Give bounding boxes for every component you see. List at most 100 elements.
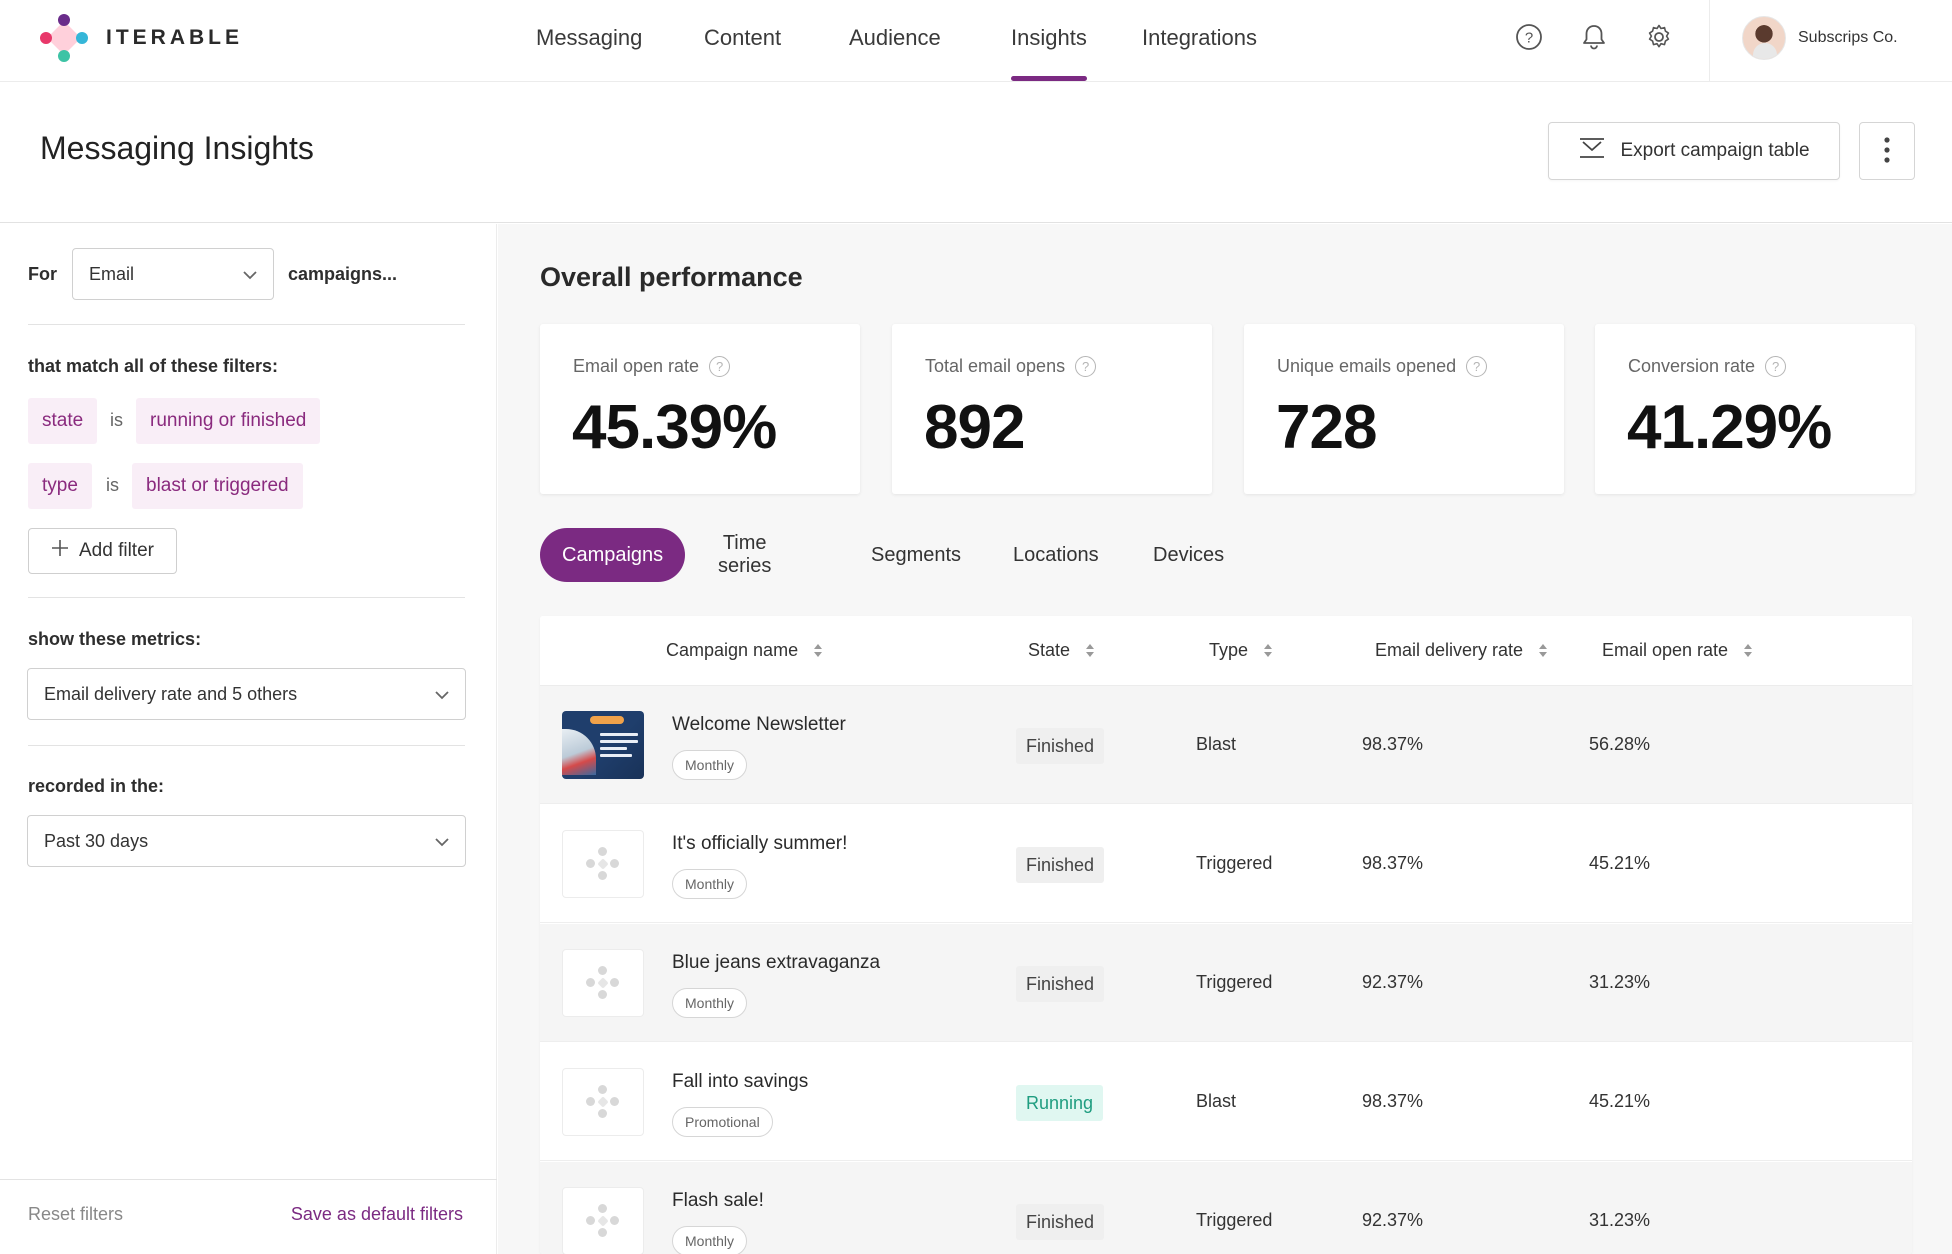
reset-filters-link[interactable]: Reset filters	[28, 1204, 123, 1225]
column-header-email-open-rate[interactable]: Email open rate	[1602, 640, 1753, 661]
campaign-tag: Monthly	[672, 750, 748, 780]
filter-value-chip[interactable]: blast or triggered	[132, 463, 303, 509]
column-label: Type	[1209, 640, 1249, 660]
campaign-name[interactable]: Flash sale!	[672, 1190, 764, 1212]
sort-icon	[1086, 644, 1095, 657]
page-title: Messaging Insights	[40, 130, 314, 166]
type-cell: Triggered	[1196, 853, 1273, 873]
table-row[interactable]: Fall into savings Promotional Running Bl…	[540, 1043, 1912, 1161]
avatar	[1742, 16, 1786, 60]
campaign-name[interactable]: Welcome Newsletter	[672, 714, 846, 736]
metrics-heading: show these metrics:	[28, 629, 202, 649]
filter-field-chip[interactable]: type	[28, 463, 92, 509]
nav-divider	[1709, 0, 1710, 82]
channel-select-value: Email	[89, 263, 135, 284]
filter-value-chip[interactable]: running or finished	[136, 398, 321, 444]
help-circle-icon[interactable]: ?	[1075, 356, 1097, 377]
table-row[interactable]: It's officially summer! Monthly Finished…	[540, 805, 1912, 923]
more-options-button[interactable]	[1859, 122, 1915, 180]
metric-value: 41.29%	[1627, 393, 1832, 462]
metrics-select-value: Email delivery rate and 5 others	[44, 683, 298, 704]
svg-text:?: ?	[1525, 30, 1533, 47]
campaign-tag: Monthly	[672, 988, 748, 1018]
help-icon[interactable]: ?	[1514, 22, 1544, 52]
tab-segments[interactable]: Segments	[871, 528, 961, 582]
metric-label: Unique emails opened	[1277, 356, 1457, 376]
column-header-email-delivery-rate[interactable]: Email delivery rate	[1375, 640, 1548, 661]
campaign-name[interactable]: It's officially summer!	[672, 833, 847, 855]
help-circle-icon[interactable]: ?	[1466, 356, 1488, 377]
campaign-name[interactable]: Fall into savings	[672, 1071, 808, 1093]
filters-heading: that match all of these filters:	[28, 356, 279, 376]
tab-campaigns[interactable]: Campaigns	[540, 528, 686, 582]
status-badge: Finished	[1016, 1204, 1105, 1240]
metric-label: Email open rate	[573, 356, 700, 376]
bell-icon[interactable]	[1579, 22, 1609, 52]
help-circle-icon[interactable]: ?	[709, 356, 731, 377]
help-circle-icon[interactable]: ?	[1765, 356, 1787, 377]
main-content: Overall performance Email open rate? 45.…	[498, 224, 1952, 1254]
nav-item-integrations[interactable]: Integrations	[1142, 25, 1257, 51]
nav-item-content[interactable]: Content	[704, 25, 781, 51]
nav-item-audience[interactable]: Audience	[849, 25, 941, 51]
type-cell: Triggered	[1196, 972, 1273, 992]
date-range-select-value: Past 30 days	[44, 830, 149, 851]
type-cell: Blast	[1196, 734, 1237, 754]
filters-sidebar: For Email campaigns... that match all of…	[0, 224, 497, 1254]
column-header-state[interactable]: State	[1028, 640, 1095, 661]
column-label: Email delivery rate	[1375, 640, 1524, 660]
date-range-select[interactable]: Past 30 days	[27, 815, 466, 867]
metrics-select[interactable]: Email delivery rate and 5 others	[27, 668, 466, 720]
campaign-tag: Monthly	[672, 1226, 748, 1254]
metric-label: Conversion rate	[1628, 356, 1756, 376]
plus-icon	[51, 539, 69, 563]
page-header: Messaging Insights Export campaign table	[0, 82, 1952, 223]
channel-select[interactable]: Email	[72, 248, 274, 300]
campaign-thumbnail	[562, 711, 644, 779]
chevron-down-icon	[435, 831, 449, 852]
more-vertical-icon	[1884, 136, 1890, 166]
add-filter-label: Add filter	[79, 540, 154, 561]
delivery-rate-cell: 98.37%	[1362, 734, 1424, 754]
add-filter-button[interactable]: Add filter	[28, 528, 177, 574]
open-rate-cell: 45.21%	[1589, 1091, 1651, 1111]
download-tray-icon	[1578, 137, 1606, 165]
column-label: Campaign name	[666, 640, 799, 660]
column-header-campaign-name[interactable]: Campaign name	[666, 640, 823, 661]
type-cell: Triggered	[1196, 1210, 1273, 1230]
placeholder-image-icon	[562, 830, 644, 898]
nav-item-messaging[interactable]: Messaging	[536, 25, 642, 51]
brand-logo[interactable]: ITERABLE	[38, 12, 243, 64]
table-row[interactable]: Flash sale! Monthly Finished Triggered 9…	[540, 1162, 1912, 1254]
metric-card: Email open rate? 45.39%	[540, 324, 860, 494]
nav-item-insights[interactable]: Insights	[1011, 25, 1087, 51]
metric-card: Unique emails opened? 728	[1244, 324, 1564, 494]
gear-icon[interactable]	[1644, 22, 1674, 52]
placeholder-image-icon	[562, 949, 644, 1017]
filter-field-chip[interactable]: state	[28, 398, 98, 444]
account-menu[interactable]: Subscrips Co.	[1742, 16, 1898, 60]
sidebar-divider	[28, 597, 465, 598]
sort-icon	[1744, 644, 1753, 657]
tab-locations[interactable]: Locations	[1013, 528, 1099, 582]
column-header-type[interactable]: Type	[1209, 640, 1273, 661]
campaigns-suffix: campaigns...	[288, 264, 398, 284]
tab-time-series[interactable]: Time series	[718, 528, 771, 582]
tab-devices[interactable]: Devices	[1153, 528, 1224, 582]
campaign-name[interactable]: Blue jeans extravaganza	[672, 952, 880, 974]
delivery-rate-cell: 92.37%	[1362, 972, 1424, 992]
status-badge: Running	[1016, 1085, 1104, 1121]
open-rate-cell: 31.23%	[1589, 972, 1651, 992]
placeholder-image-icon	[562, 1068, 644, 1136]
table-row[interactable]: Welcome Newsletter Monthly Finished Blas…	[540, 686, 1912, 804]
table-row[interactable]: Blue jeans extravaganza Monthly Finished…	[540, 924, 1912, 1042]
metric-card: Total email opens? 892	[892, 324, 1212, 494]
campaign-tag: Monthly	[672, 869, 748, 899]
section-title: Overall performance	[540, 262, 803, 292]
open-rate-cell: 31.23%	[1589, 1210, 1651, 1230]
campaign-table: Campaign name State Type Email delivery …	[540, 616, 1912, 1254]
save-default-filters-link[interactable]: Save as default filters	[291, 1204, 463, 1225]
sort-icon	[1264, 644, 1273, 657]
export-button-label: Export campaign table	[1620, 140, 1810, 161]
export-campaign-table-button[interactable]: Export campaign table	[1548, 122, 1840, 180]
